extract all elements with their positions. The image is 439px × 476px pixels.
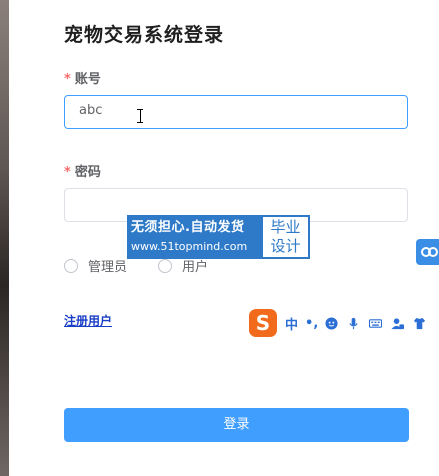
watermark-banner: 无须担心.自动发货 www.51topmind.com 毕业 设计 bbox=[127, 215, 310, 259]
ime-mode-toggle[interactable]: 中 bbox=[285, 314, 298, 333]
required-mark: * bbox=[64, 165, 71, 180]
keyboard-icon[interactable] bbox=[369, 317, 383, 330]
page-title: 宠物交易系统登录 bbox=[64, 24, 225, 46]
account-input[interactable]: abc bbox=[64, 95, 408, 129]
background-edge bbox=[0, 0, 9, 476]
user-icon[interactable] bbox=[391, 317, 405, 330]
watermark-badge: 毕业 设计 bbox=[261, 215, 310, 259]
emoji-icon[interactable] bbox=[325, 316, 338, 330]
ime-logo-icon[interactable]: S bbox=[249, 309, 277, 337]
shirt-icon[interactable] bbox=[413, 317, 426, 330]
ime-toolbar: S 中 •, bbox=[249, 309, 439, 337]
radio-circle-icon bbox=[158, 258, 172, 273]
text-cursor-icon bbox=[137, 109, 143, 123]
radio-circle-icon bbox=[64, 258, 78, 273]
required-mark: * bbox=[64, 72, 71, 87]
watermark-text-block: 无须担心.自动发货 www.51topmind.com bbox=[127, 215, 261, 259]
watermark-badge-line2: 设计 bbox=[270, 237, 301, 255]
login-button[interactable]: 登录 bbox=[64, 408, 409, 442]
watermark-line1: 无须担心.自动发货 bbox=[131, 220, 245, 235]
side-link-icon[interactable] bbox=[416, 239, 439, 265]
ime-punct-toggle[interactable]: •, bbox=[305, 316, 318, 331]
account-label-text: 账号 bbox=[74, 72, 101, 87]
account-label: * 账号 bbox=[64, 68, 101, 87]
microphone-icon[interactable] bbox=[347, 317, 360, 330]
watermark-line2: www.51topmind.com bbox=[131, 240, 248, 253]
register-link[interactable]: 注册用户 bbox=[64, 312, 112, 329]
watermark-badge-line1: 毕业 bbox=[270, 218, 301, 236]
role-label-admin: 管理员 bbox=[88, 260, 128, 275]
password-label-text: 密码 bbox=[74, 165, 101, 180]
role-radio-admin[interactable]: 管理员 bbox=[64, 256, 127, 275]
password-label: * 密码 bbox=[64, 161, 101, 180]
